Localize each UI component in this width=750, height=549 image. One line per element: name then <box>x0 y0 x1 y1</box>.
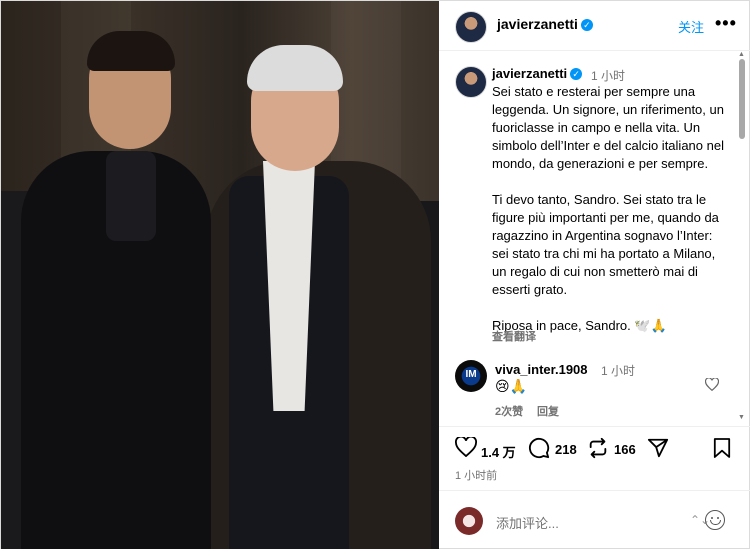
comment-reply-button[interactable]: 回复 <box>537 403 559 419</box>
post-caption: Sei stato e resterai per sempre una legg… <box>492 84 724 333</box>
verified-icon: ✓ <box>580 19 593 31</box>
comment-text: 😢🙏 <box>495 378 528 394</box>
caption-time: 1 小时 <box>591 69 626 83</box>
post-header: javierzanetti ✓ 关注 ••• <box>439 1 750 51</box>
more-icon[interactable]: ••• <box>715 13 737 34</box>
photo-person-left-hair <box>87 31 175 71</box>
comment-composer: 添加评论... ⌃⌄ <box>439 490 750 549</box>
caption-author-text[interactable]: javierzanetti <box>492 66 567 81</box>
scroll-down-icon[interactable]: ▼ <box>738 414 745 421</box>
scroll-up-icon[interactable]: ▲ <box>738 51 745 58</box>
caption-author[interactable]: javierzanetti ✓ <box>492 66 583 81</box>
caption-author-avatar[interactable] <box>455 66 487 98</box>
author-avatar[interactable] <box>455 11 487 43</box>
post-dialog: javierzanetti ✓ 关注 ••• javierzanetti ✓ 1 小… <box>0 0 750 549</box>
comment-author[interactable]: viva_inter.1908 <box>495 362 588 377</box>
comment-time: 1 小时 <box>601 364 636 378</box>
heart-icon[interactable] <box>455 437 477 457</box>
comments-count[interactable]: 218 <box>555 442 577 457</box>
reposts-count[interactable]: 166 <box>614 442 636 457</box>
comments-scroll-area[interactable]: javierzanetti ✓ 1 小时 Sei stato e resterai… <box>439 51 750 426</box>
post-time-ago: 1 小时前 <box>455 470 498 482</box>
comment-icon[interactable] <box>528 437 550 459</box>
comment-avatar-logo: IM <box>465 369 477 380</box>
emoji-icon[interactable] <box>705 510 725 530</box>
scrollbar-thumb[interactable] <box>739 59 745 139</box>
comment-likes[interactable]: 2次赞 <box>495 403 523 419</box>
comment-avatar[interactable]: IM <box>455 360 487 392</box>
repost-icon[interactable] <box>587 437 609 459</box>
bookmark-icon[interactable] <box>713 437 731 459</box>
author-username-text[interactable]: javierzanetti <box>497 16 578 32</box>
author-username[interactable]: javierzanetti ✓ <box>497 16 593 32</box>
post-photo[interactable] <box>1 1 439 549</box>
post-actions: 1.4 万 218 166 1 小时前 <box>439 426 750 490</box>
viewer-avatar <box>455 507 483 535</box>
comment-input[interactable]: 添加评论... <box>496 513 686 532</box>
post-sidebar: javierzanetti ✓ 关注 ••• javierzanetti ✓ 1 小… <box>439 1 750 549</box>
comment-heart-icon[interactable] <box>705 378 719 391</box>
share-icon[interactable] <box>647 437 669 459</box>
see-translation-link[interactable]: 查看翻译 <box>492 328 536 344</box>
photo-person-left-scarf <box>106 151 156 241</box>
photo-person-right-hair <box>247 45 343 91</box>
verified-icon: ✓ <box>570 68 583 80</box>
follow-button[interactable]: 关注 <box>678 17 704 36</box>
likes-count[interactable]: 1.4 万 <box>481 442 516 461</box>
